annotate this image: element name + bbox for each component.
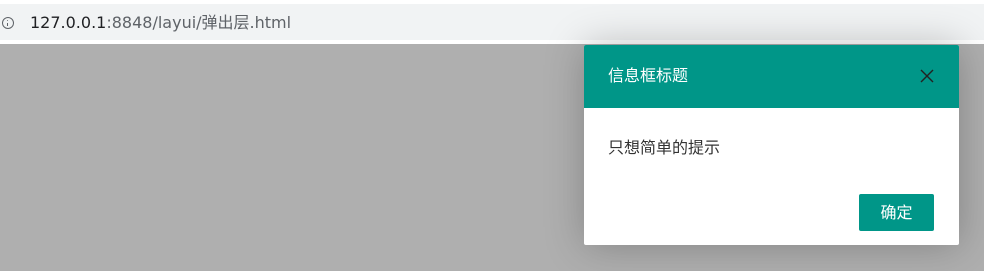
dialog-header: 信息框标题 — [584, 45, 959, 108]
url-path: :8848/layui/弹出层.html — [106, 13, 292, 32]
url-field[interactable]: 127.0.0.1:8848/layui/弹出层.html — [0, 4, 984, 40]
url-host: 127.0.0.1 — [30, 13, 107, 32]
url-text[interactable]: 127.0.0.1:8848/layui/弹出层.html — [30, 14, 291, 32]
alert-dialog: 信息框标题 只想简单的提示 确定 — [584, 45, 959, 245]
info-icon[interactable] — [2, 17, 14, 29]
dialog-title: 信息框标题 — [608, 66, 689, 85]
dialog-message: 只想简单的提示 — [608, 138, 721, 157]
close-icon[interactable] — [918, 67, 936, 85]
ok-button[interactable]: 确定 — [859, 194, 934, 231]
browser-address-bar: 127.0.0.1:8848/layui/弹出层.html — [0, 0, 984, 44]
